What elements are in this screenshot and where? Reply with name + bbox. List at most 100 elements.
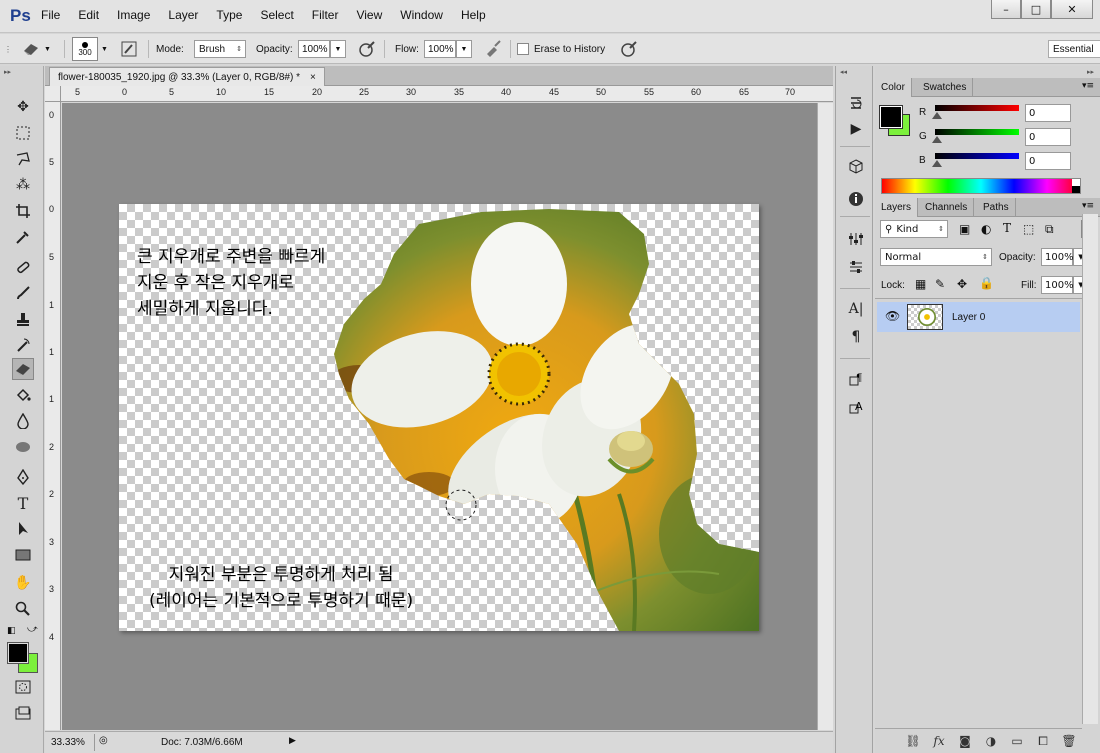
layer-row[interactable]: 👁 Layer 0 bbox=[877, 302, 1080, 332]
green-slider[interactable] bbox=[935, 129, 1019, 135]
menu-layer[interactable]: Layer bbox=[168, 8, 198, 22]
erase-to-history-toggle[interactable]: Erase to History bbox=[517, 34, 605, 64]
magic-wand-tool-icon[interactable]: ⁂ bbox=[12, 174, 34, 196]
crop-tool-icon[interactable] bbox=[12, 200, 34, 222]
lock-position-icon[interactable]: ✥ bbox=[957, 277, 967, 291]
menu-edit[interactable]: Edit bbox=[78, 8, 99, 22]
close-button[interactable]: ✕ bbox=[1051, 0, 1093, 19]
paragraph-panel-icon[interactable]: ¶ bbox=[845, 326, 867, 348]
pressure-size-icon[interactable] bbox=[618, 38, 640, 60]
blend-mode-select[interactable]: Normal ⇕ bbox=[880, 248, 992, 266]
horizontal-ruler[interactable]: 5 0 5 10 15 20 25 30 35 40 45 50 55 60 6… bbox=[61, 86, 833, 102]
close-tab-icon[interactable]: × bbox=[310, 72, 316, 83]
foreground-color-chip[interactable] bbox=[879, 105, 903, 129]
layer-mask-icon[interactable]: ◙ bbox=[952, 734, 978, 748]
character-styles-icon[interactable]: ¶ bbox=[845, 368, 867, 390]
workspace-switcher[interactable]: Essential bbox=[1048, 40, 1100, 58]
tab-paths[interactable]: Paths bbox=[977, 198, 1016, 217]
minimize-button[interactable]: – bbox=[991, 0, 1021, 19]
eye-icon[interactable]: 👁 bbox=[885, 309, 900, 323]
new-layer-icon[interactable]: ⧠ bbox=[1030, 734, 1056, 749]
red-slider[interactable] bbox=[935, 105, 1019, 111]
filter-pixel-icon[interactable]: ▣ bbox=[959, 222, 970, 236]
layer-filter-select[interactable]: ⚲ Kind ⇕ bbox=[880, 220, 948, 238]
menu-select[interactable]: Select bbox=[260, 8, 293, 22]
layer-style-icon[interactable]: fx bbox=[926, 734, 952, 748]
menu-file[interactable]: File bbox=[41, 8, 60, 22]
blue-slider[interactable] bbox=[935, 153, 1019, 159]
tab-color[interactable]: Color bbox=[875, 78, 912, 97]
swap-colors-icon[interactable]: ⤻ bbox=[27, 624, 38, 635]
eyedropper-tool-icon[interactable] bbox=[12, 226, 34, 248]
history-brush-tool-icon[interactable] bbox=[12, 334, 34, 356]
opacity-dropdown[interactable]: ▼ bbox=[330, 40, 346, 58]
panel-menu-icon[interactable]: ▾≡ bbox=[1082, 81, 1094, 91]
clone-stamp-tool-icon[interactable] bbox=[12, 308, 34, 330]
tab-channels[interactable]: Channels bbox=[919, 198, 975, 217]
screen-mode-icon[interactable] bbox=[12, 702, 34, 724]
menu-view[interactable]: View bbox=[356, 8, 382, 22]
filter-smart-object-icon[interactable]: ⧉ bbox=[1045, 222, 1054, 237]
mode-select[interactable]: Brush ⇕ bbox=[194, 40, 246, 58]
ruler-origin[interactable] bbox=[45, 86, 61, 102]
paint-bucket-tool-icon[interactable] bbox=[12, 384, 34, 406]
healing-brush-tool-icon[interactable] bbox=[12, 256, 34, 278]
tab-layers[interactable]: Layers bbox=[875, 198, 919, 217]
menu-help[interactable]: Help bbox=[461, 8, 486, 22]
red-value-input[interactable]: 0 bbox=[1025, 104, 1071, 122]
info-panel-icon[interactable] bbox=[845, 188, 867, 210]
rectangle-tool-icon[interactable] bbox=[12, 544, 34, 566]
airbrush-icon[interactable] bbox=[482, 38, 504, 60]
move-tool-icon[interactable]: ✥ bbox=[12, 96, 34, 118]
zoom-tool-icon[interactable] bbox=[12, 598, 34, 620]
sponge-tool-icon[interactable] bbox=[12, 436, 34, 458]
blue-slider-handle[interactable] bbox=[932, 160, 942, 167]
canvas-vertical-scrollbar[interactable] bbox=[817, 103, 833, 730]
status-reset-icon[interactable]: ◎ bbox=[99, 735, 108, 746]
actions-panel-icon[interactable]: ▶ bbox=[845, 118, 867, 140]
hand-tool-icon[interactable]: ✋ bbox=[12, 572, 34, 594]
brush-panel-toggle[interactable] bbox=[118, 34, 140, 64]
character-panel-icon[interactable]: A| bbox=[845, 298, 867, 320]
layer-name[interactable]: Layer 0 bbox=[952, 312, 985, 323]
menu-image[interactable]: Image bbox=[117, 8, 150, 22]
lock-all-icon[interactable]: 🔒 bbox=[979, 276, 994, 290]
panel-collapse-icon[interactable]: ▸▸ bbox=[4, 68, 11, 76]
tab-swatches[interactable]: Swatches bbox=[917, 78, 974, 97]
blur-tool-icon[interactable] bbox=[12, 410, 34, 432]
pen-tool-icon[interactable] bbox=[12, 466, 34, 488]
expand-panels-icon[interactable]: ◂◂ bbox=[840, 68, 847, 76]
lock-transparent-icon[interactable]: ▦ bbox=[915, 277, 926, 291]
red-slider-handle[interactable] bbox=[932, 112, 942, 119]
color-spectrum-ramp[interactable] bbox=[881, 178, 1081, 194]
trash-icon[interactable]: 🗑 bbox=[1056, 734, 1082, 748]
menu-filter[interactable]: Filter bbox=[312, 8, 339, 22]
opacity-input[interactable]: 100% bbox=[298, 40, 330, 58]
brush-tool-icon[interactable] bbox=[12, 282, 34, 304]
history-panel-icon[interactable] bbox=[845, 92, 867, 114]
fill-input[interactable]: 100% bbox=[1041, 276, 1074, 294]
green-value-input[interactable]: 0 bbox=[1025, 128, 1071, 146]
adjustment-layer-icon[interactable]: ◑ bbox=[978, 734, 1004, 748]
filter-type-icon[interactable]: T bbox=[1003, 221, 1011, 235]
panel-menu-icon[interactable]: ▾≡ bbox=[1082, 201, 1094, 211]
flow-input[interactable]: 100% bbox=[424, 40, 456, 58]
quick-mask-icon[interactable] bbox=[12, 676, 34, 698]
status-menu-icon[interactable]: ▶ bbox=[289, 735, 296, 746]
collapse-panels-icon[interactable]: ▸▸ bbox=[1087, 68, 1094, 76]
paragraph-styles-icon[interactable]: A bbox=[845, 396, 867, 418]
tool-preset-picker[interactable]: ▼ bbox=[20, 34, 51, 64]
brush-preset-picker[interactable]: 300 ▼ bbox=[72, 34, 108, 64]
document-canvas[interactable]: 큰 지우개로 주변을 빠르게 지운 후 작은 지우개로 세밀하게 지웁니다. 지… bbox=[119, 204, 759, 631]
green-slider-handle[interactable] bbox=[932, 136, 942, 143]
blue-value-input[interactable]: 0 bbox=[1025, 152, 1071, 170]
lock-image-icon[interactable]: ✎ bbox=[935, 277, 945, 291]
path-selection-tool-icon[interactable] bbox=[12, 518, 34, 540]
filter-adjustment-icon[interactable]: ◐ bbox=[981, 222, 991, 236]
erase-to-history-checkbox[interactable] bbox=[517, 43, 529, 55]
eraser-tool-icon[interactable] bbox=[12, 358, 34, 380]
zoom-level[interactable]: 33.33% bbox=[45, 734, 95, 751]
flow-dropdown[interactable]: ▼ bbox=[456, 40, 472, 58]
layers-scrollbar[interactable] bbox=[1082, 214, 1098, 724]
adjustments-panel-icon[interactable] bbox=[845, 228, 867, 250]
